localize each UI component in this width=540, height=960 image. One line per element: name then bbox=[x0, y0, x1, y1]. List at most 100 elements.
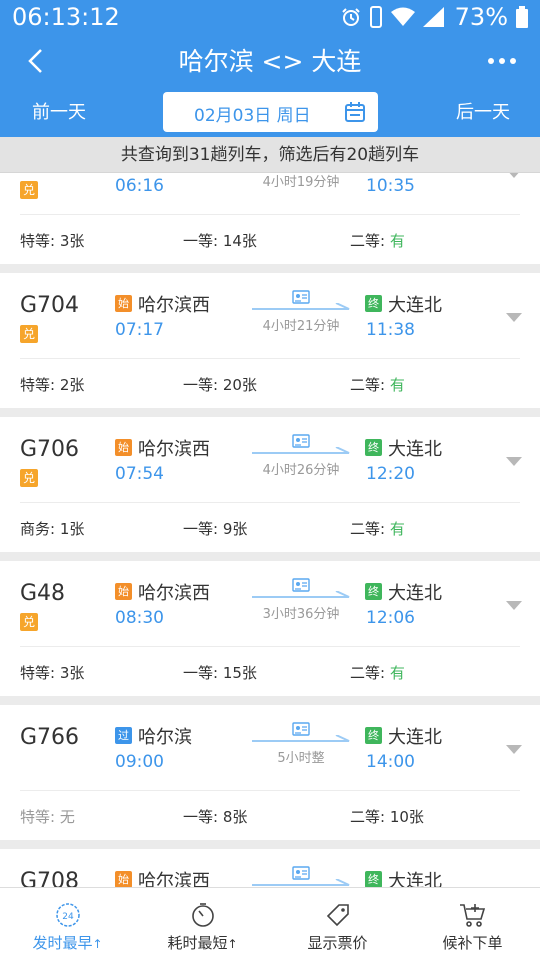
departure-time: 06:16 bbox=[115, 176, 164, 196]
travel-duration: 4小时21分钟 bbox=[262, 319, 340, 334]
more-dot-icon bbox=[499, 58, 505, 64]
seat-class-1: 商务: 1张 bbox=[20, 518, 84, 539]
ticket-icon bbox=[292, 290, 310, 304]
exchange-badge: 兑 bbox=[20, 613, 38, 631]
train-card[interactable]: G48 兑 始 哈尔滨西 08:30 3小时36分钟 终 大连北 12:06 特… bbox=[0, 561, 540, 696]
seat-class-3: 二等: 有 bbox=[350, 518, 405, 539]
train-card[interactable]: G766 过 哈尔滨 09:00 5小时整 终 大连北 14:00 特等: 无 … bbox=[0, 705, 540, 840]
seat-class-3: 二等: 有 bbox=[350, 662, 405, 683]
seat-class-2: 一等: 15张 bbox=[183, 662, 257, 683]
ticket-icon bbox=[292, 866, 310, 880]
tab-label: 候补下单 bbox=[442, 934, 503, 952]
seat-label: 一等: bbox=[183, 376, 219, 394]
chevron-down-icon[interactable] bbox=[506, 313, 522, 323]
next-day-button[interactable]: 后一天 bbox=[456, 98, 510, 124]
tab-show-price[interactable]: 显示票价 bbox=[270, 888, 405, 960]
seat-value: 20张 bbox=[222, 376, 257, 394]
card-divider bbox=[20, 646, 520, 647]
departure-badge: 始 bbox=[115, 439, 132, 456]
travel-duration: 5小时整 bbox=[277, 751, 325, 766]
exchange-badge: 兑 bbox=[20, 469, 38, 487]
seat-label: 特等: bbox=[20, 376, 56, 394]
seat-label: 二等: bbox=[350, 664, 386, 682]
tab-label: 耗时最短↑ bbox=[135, 932, 270, 953]
route-arrow-icon bbox=[252, 879, 350, 886]
card-gap bbox=[0, 840, 540, 849]
seat-value: 1张 bbox=[59, 520, 85, 538]
calendar-icon bbox=[345, 102, 365, 122]
train-list[interactable]: G702 兑 始 哈尔滨西 06:16 4小时19分钟 终 大连北 10:35 … bbox=[0, 173, 540, 887]
seat-value: 2张 bbox=[59, 376, 85, 394]
train-card[interactable]: G702 兑 始 哈尔滨西 06:16 4小时19分钟 终 大连北 10:35 … bbox=[0, 173, 540, 264]
seat-class-1: 特等: 3张 bbox=[20, 230, 84, 251]
sort-arrow-icon: ↑ bbox=[92, 937, 103, 951]
train-card[interactable]: G708 兑 始 哈尔滨西 09:05 4小时41分钟 终 大连北 13:46 bbox=[0, 849, 540, 887]
tab-shortest-duration[interactable]: 耗时最短↑ bbox=[135, 888, 270, 960]
more-button[interactable] bbox=[482, 46, 522, 76]
arrival-time: 11:38 bbox=[366, 320, 415, 340]
seat-class-1: 特等: 2张 bbox=[20, 374, 84, 395]
card-divider bbox=[20, 358, 520, 359]
tab-label: 显示票价 bbox=[307, 934, 368, 952]
ticket-icon bbox=[292, 722, 310, 736]
arrival-time: 12:06 bbox=[366, 608, 415, 628]
clock-24-icon: 24 bbox=[55, 903, 80, 927]
price-tag-icon bbox=[326, 904, 349, 927]
travel-duration: 3小时36分钟 bbox=[262, 607, 340, 622]
seat-class-3: 二等: 有 bbox=[350, 374, 405, 395]
tab-label: 发时最早↑ bbox=[0, 932, 135, 953]
seat-label: 二等: bbox=[350, 232, 386, 250]
seat-value: 9张 bbox=[222, 520, 248, 538]
tab-waitlist-order[interactable]: 候补下单 bbox=[405, 888, 540, 960]
seat-value: 10张 bbox=[389, 808, 424, 826]
clock-24-text: 24 bbox=[62, 912, 74, 922]
card-gap bbox=[0, 552, 540, 561]
battery-icon bbox=[516, 6, 528, 28]
train-number: G48 bbox=[20, 581, 66, 606]
seat-class-3: 二等: 10张 bbox=[350, 806, 424, 827]
arrival-time: 14:00 bbox=[366, 752, 415, 772]
route-arrow-icon bbox=[252, 735, 350, 742]
exchange-badge: 兑 bbox=[20, 325, 38, 343]
seat-label: 二等: bbox=[350, 376, 386, 394]
arrival-badge: 终 bbox=[365, 583, 382, 600]
seat-label: 二等: bbox=[350, 808, 386, 826]
arrival-station: 大连北 bbox=[388, 871, 442, 887]
departure-badge: 始 bbox=[115, 871, 132, 887]
alarm-icon bbox=[341, 8, 360, 26]
chevron-down-icon[interactable] bbox=[506, 745, 522, 755]
departure-time: 07:54 bbox=[115, 464, 164, 484]
ticket-icon bbox=[292, 434, 310, 448]
seat-class-2: 一等: 14张 bbox=[183, 230, 257, 251]
seat-label: 一等: bbox=[183, 520, 219, 538]
departure-time: 07:17 bbox=[115, 320, 164, 340]
card-gap bbox=[0, 408, 540, 417]
chevron-down-icon[interactable] bbox=[506, 601, 522, 611]
departure-badge: 始 bbox=[115, 583, 132, 600]
chevron-down-icon[interactable] bbox=[506, 173, 522, 179]
more-dot-icon bbox=[510, 58, 516, 64]
status-bar: 06:13:12 73% bbox=[0, 0, 540, 34]
arrival-station: 大连北 bbox=[388, 727, 442, 748]
train-number: G766 bbox=[20, 725, 80, 750]
card-divider bbox=[20, 502, 520, 503]
seat-value: 无 bbox=[59, 808, 75, 826]
seat-value: 14张 bbox=[222, 232, 257, 250]
card-gap bbox=[0, 264, 540, 273]
arrival-time: 12:20 bbox=[366, 464, 415, 484]
train-number: G706 bbox=[20, 437, 80, 462]
train-card[interactable]: G706 兑 始 哈尔滨西 07:54 4小时26分钟 终 大连北 12:20 … bbox=[0, 417, 540, 552]
seat-value: 3张 bbox=[59, 232, 85, 250]
date-picker[interactable]: 02月03日 周日 bbox=[163, 92, 378, 132]
bottom-tab-bar: 24 发时最早↑ 耗时最短↑ 显示票价 候补下单 bbox=[0, 887, 540, 960]
sort-arrow-icon: ↑ bbox=[227, 937, 238, 951]
status-time: 06:13:12 bbox=[12, 3, 120, 31]
chevron-down-icon[interactable] bbox=[506, 457, 522, 467]
train-card[interactable]: G704 兑 始 哈尔滨西 07:17 4小时21分钟 终 大连北 11:38 … bbox=[0, 273, 540, 408]
departure-station: 哈尔滨西 bbox=[138, 871, 210, 887]
departure-badge: 过 bbox=[115, 727, 132, 744]
tab-earliest-departure[interactable]: 24 发时最早↑ bbox=[0, 888, 135, 960]
train-number: G708 bbox=[20, 869, 80, 887]
prev-day-button[interactable]: 前一天 bbox=[32, 98, 86, 124]
seat-class-1: 特等: 无 bbox=[20, 806, 75, 827]
